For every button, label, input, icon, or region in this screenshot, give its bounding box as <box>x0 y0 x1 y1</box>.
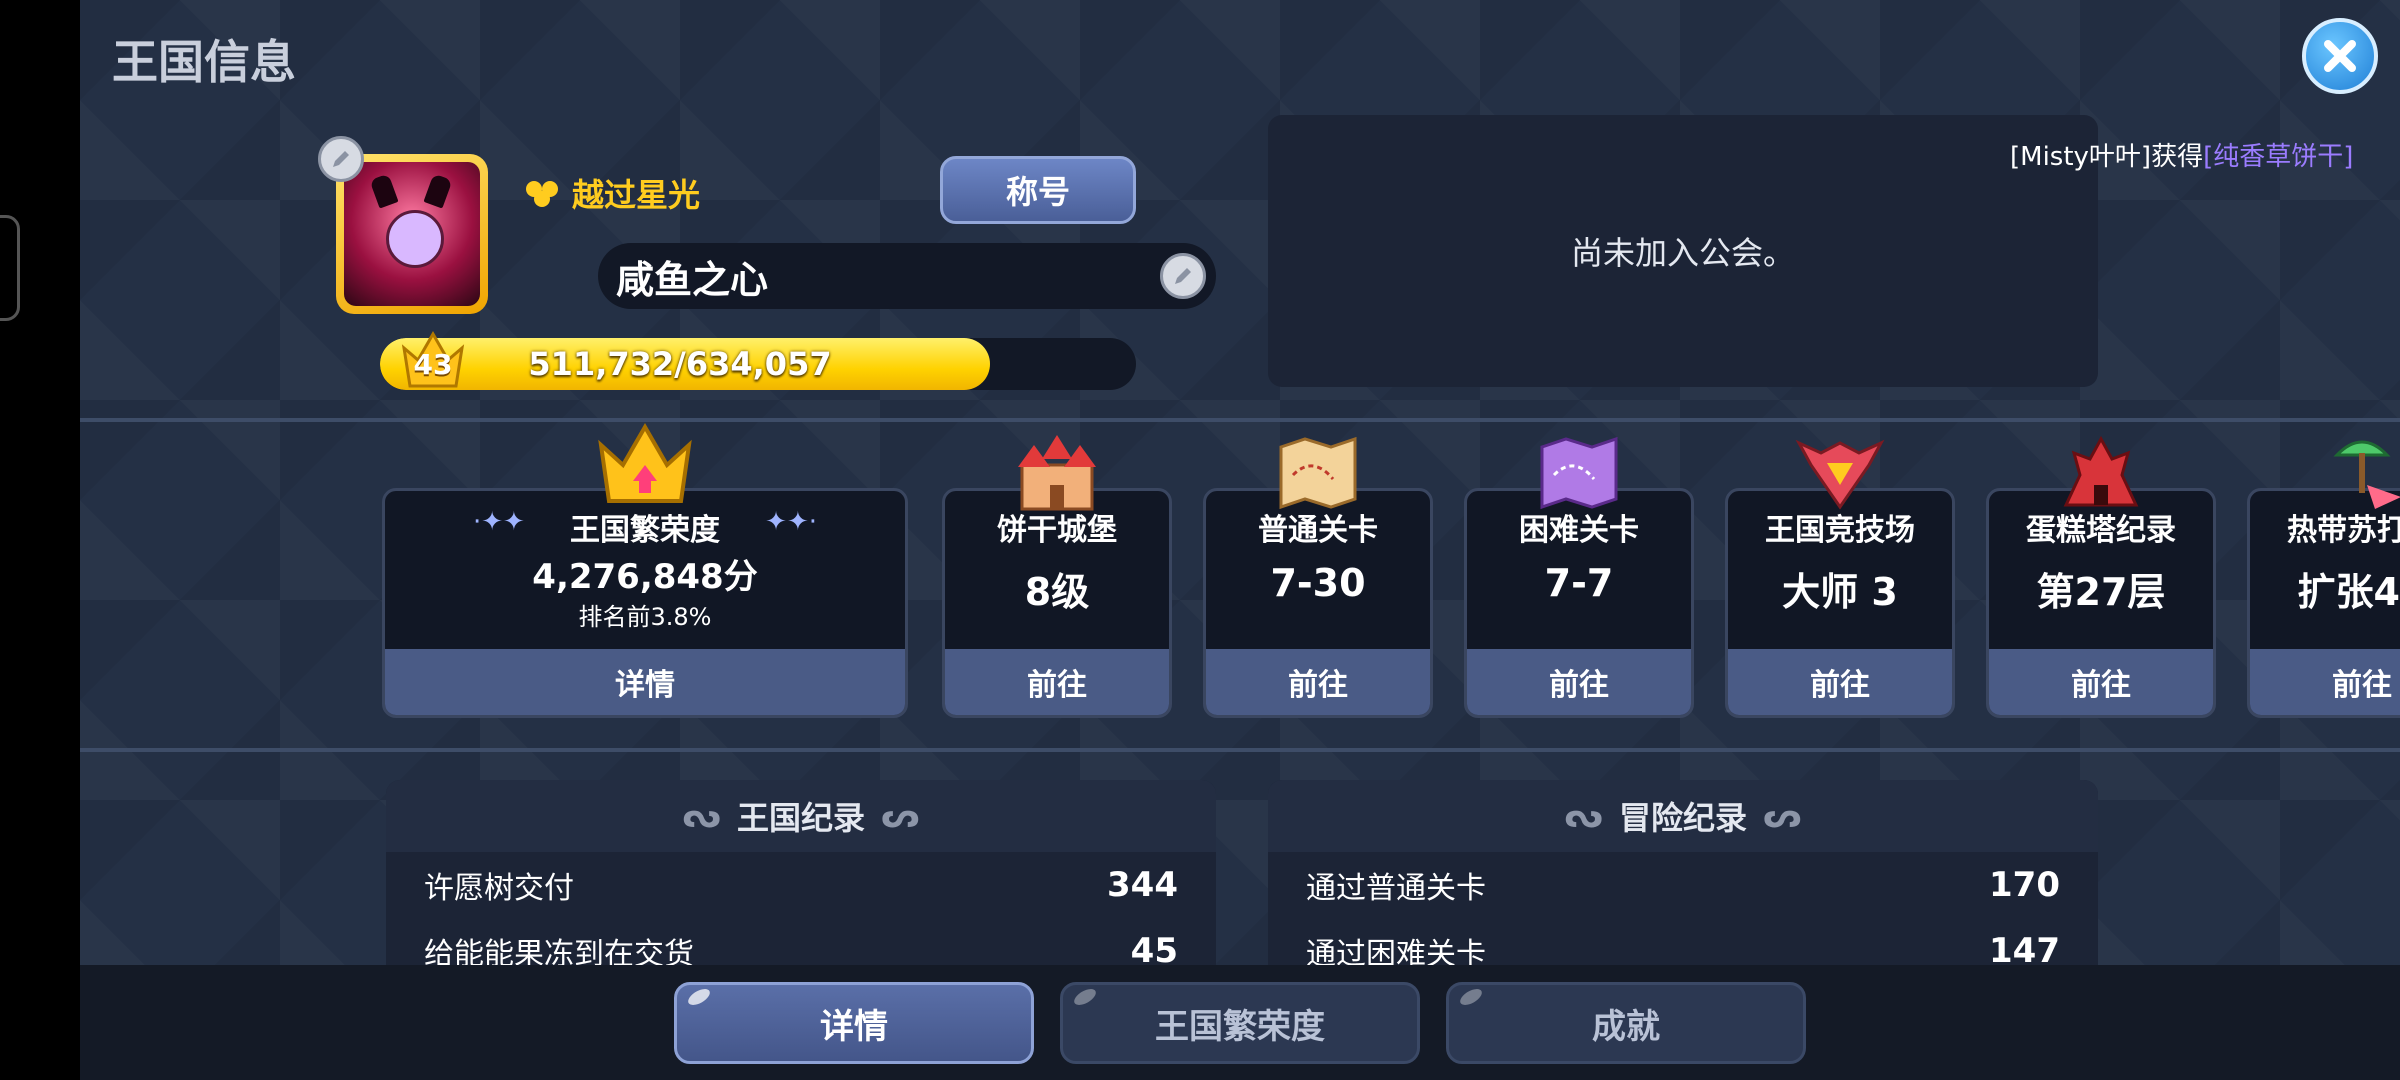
level-number: 43 <box>413 348 453 381</box>
hard-stage-card[interactable]: 困难关卡 7-7 前往 <box>1464 436 1694 718</box>
hard-stage-label: 困难关卡 <box>1519 513 1639 548</box>
prosperity-rank: 排名前3.8% <box>578 603 712 631</box>
record-value: 45 <box>1130 931 1178 965</box>
normal-stage-card[interactable]: 普通关卡 7-30 前往 <box>1203 436 1433 718</box>
kingdom-title-text: 越过星光 <box>572 176 701 214</box>
swirl-icon: ᔕ <box>1763 796 1802 836</box>
castle-icon <box>1018 435 1096 511</box>
kingdom-records-title: 王国纪录 <box>736 799 865 837</box>
tab-prosperity[interactable]: 王国繁荣度 <box>1060 982 1420 1064</box>
pencil-icon <box>1175 268 1191 284</box>
tropical-soda-label: 热带苏打群 <box>2287 513 2400 548</box>
hard-map-icon <box>1540 436 1618 510</box>
avatar <box>344 162 480 306</box>
arena-card[interactable]: 王国竞技场 大师 3 前往 <box>1725 439 1955 718</box>
guild-title-row: 越过星光 <box>522 170 700 216</box>
tropical-soda-go-button[interactable]: 前往 <box>2250 649 2400 715</box>
record-label: 通过困难关卡 <box>1306 937 1486 965</box>
clover-icon <box>526 181 558 207</box>
adventure-records-title: 冒险纪录 <box>1618 799 1747 837</box>
hard-stage-go-button[interactable]: 前往 <box>1467 649 1691 715</box>
xp-text: 511,732/634,057 <box>528 345 832 383</box>
close-button[interactable] <box>2302 18 2378 94</box>
adventure-records-header: ᔓ 冒险纪录 ᔕ <box>1268 780 2098 852</box>
tab-label: 成就 <box>1592 1006 1660 1047</box>
xp-bar: 511,732/634,057 <box>380 338 1136 390</box>
map-icon <box>1279 436 1357 510</box>
ticker-prefix: [Misty叶叶]获得 <box>2010 142 2204 172</box>
castle-card[interactable]: 饼干城堡 8级 前往 <box>942 435 1172 718</box>
gloss-highlight <box>685 985 713 1009</box>
tab-achievements[interactable]: 成就 <box>1446 982 1806 1064</box>
kingdom-info-panel: 王国信息 越过星光 称号 咸鱼之心 511,732/634,057 43 尚未加… <box>80 0 2400 965</box>
cake-tower-card[interactable]: 蛋糕塔纪录 第27层 前往 <box>1986 435 2216 718</box>
record-row: 许愿树交付 344 <box>386 852 1216 918</box>
prosperity-detail-button[interactable]: 详情 <box>385 649 905 715</box>
normal-stage-value: 7-30 <box>1270 561 1366 605</box>
record-label: 许愿树交付 <box>424 871 574 906</box>
avatar-edit-button[interactable] <box>318 136 364 182</box>
record-row: 给能能果冻到在交货 45 <box>386 918 1216 965</box>
record-value: 147 <box>1989 931 2060 965</box>
title-button[interactable]: 称号 <box>940 156 1136 224</box>
guild-panel: 尚未加入公会。 <box>1268 115 2098 387</box>
cake-tower-icon <box>2063 435 2139 507</box>
castle-label: 饼干城堡 <box>997 513 1117 548</box>
cake-tower-label: 蛋糕塔纪录 <box>2026 513 2176 548</box>
hard-stage-value: 7-7 <box>1544 561 1614 605</box>
tab-label: 王国繁荣度 <box>1155 1006 1325 1047</box>
left-bezel <box>0 0 80 1080</box>
kingdom-name: 咸鱼之心 <box>616 257 769 302</box>
record-row: 通过困难关卡 147 <box>1268 918 2098 965</box>
screen-notch <box>0 215 20 321</box>
record-value: 170 <box>1989 865 2060 905</box>
tropical-soda-value: 扩张41 <box>2297 570 2400 614</box>
tab-label: 详情 <box>820 1006 888 1047</box>
divider-top <box>80 418 2400 422</box>
castle-value: 8级 <box>1024 570 1090 614</box>
cake-tower-go-button[interactable]: 前往 <box>1989 649 2213 715</box>
page-title: 王国信息 <box>112 35 296 89</box>
ticker-item: [纯香草饼干] <box>2203 142 2354 172</box>
normal-stage-label: 普通关卡 <box>1258 513 1378 548</box>
swirl-icon: ᔓ <box>1564 796 1603 836</box>
guild-status: 尚未加入公会。 <box>1570 234 1795 272</box>
divider-mid <box>80 748 2400 752</box>
avatar-horn-right <box>423 173 453 209</box>
avatar-face <box>386 210 444 268</box>
kingdom-records-header: ᔓ 王国纪录 ᔕ <box>386 780 1216 852</box>
castle-go-button[interactable]: 前往 <box>945 649 1169 715</box>
name-box: 咸鱼之心 <box>598 243 1216 309</box>
arena-shield-icon <box>1795 439 1885 510</box>
prosperity-value: 4,276,848分 <box>532 557 758 597</box>
record-value: 344 <box>1107 865 1178 905</box>
record-label: 通过普通关卡 <box>1306 871 1486 906</box>
swirl-icon: ᔓ <box>682 796 721 836</box>
tab-details[interactable]: 详情 <box>674 982 1034 1064</box>
prosperity-crown-icon <box>598 423 692 503</box>
cake-tower-value: 第27层 <box>2036 570 2166 614</box>
announcement-ticker: [Misty叶叶]获得[纯香草饼干] <box>2010 136 2353 173</box>
avatar-horn-left <box>369 173 399 209</box>
kingdom-records-panel: ᔓ 王国纪录 ᔕ 许愿树交付 344 给能能果冻到在交货 45 <box>386 780 1216 965</box>
close-icon <box>2324 40 2356 72</box>
pencil-icon <box>333 151 349 167</box>
gloss-highlight <box>1071 985 1099 1009</box>
avatar-frame[interactable] <box>336 154 488 314</box>
level-badge: 43 <box>400 326 466 390</box>
gloss-highlight <box>1457 985 1485 1009</box>
prosperity-card[interactable]: ⋅✦✦ ✦✦⋅ 王国繁荣度 4,276,848分 排名前3.8% 详情 <box>382 423 908 718</box>
arena-go-button[interactable]: 前往 <box>1728 649 1952 715</box>
name-edit-button[interactable] <box>1160 253 1206 299</box>
tropical-soda-card[interactable]: 热带苏打群 扩张41 前往 <box>2247 440 2400 718</box>
prosperity-label: 王国繁荣度 <box>570 513 720 548</box>
record-row: 通过普通关卡 170 <box>1268 852 2098 918</box>
arena-value: 大师 3 <box>1782 570 1898 614</box>
record-label: 给能能果冻到在交货 <box>424 937 694 965</box>
arena-label: 王国竞技场 <box>1765 513 1915 548</box>
tropical-island-icon <box>2333 440 2400 509</box>
normal-stage-go-button[interactable]: 前往 <box>1206 649 1430 715</box>
adventure-records-panel: ᔓ 冒险纪录 ᔕ 通过普通关卡 170 通过困难关卡 147 <box>1268 780 2098 965</box>
swirl-icon: ᔕ <box>881 796 920 836</box>
